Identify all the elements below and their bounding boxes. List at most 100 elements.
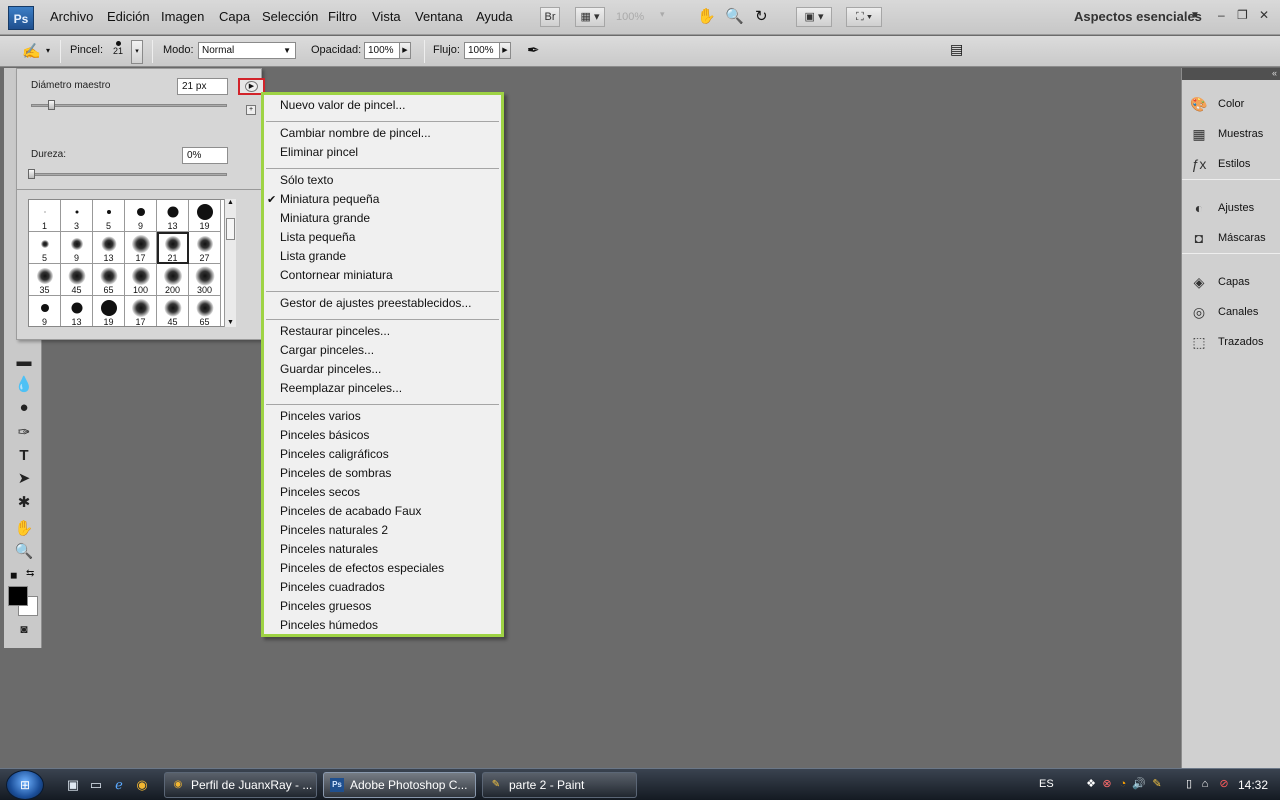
zoom-tool-icon[interactable]: 🔍 (14, 543, 34, 561)
internet-explorer-icon[interactable]: ℯ (110, 776, 128, 794)
workspace-switcher[interactable]: Aspectos esenciales (1074, 9, 1202, 24)
dock-item-estilos[interactable]: ƒx Estilos (1190, 155, 1280, 175)
menu-item[interactable]: Pinceles de efectos especiales (280, 561, 444, 575)
zoom-dropdown-icon[interactable]: ▾ (660, 9, 665, 20)
brush-preset-cell[interactable]: 3 (61, 200, 93, 232)
task-paint[interactable]: ✎ parte 2 - Paint (482, 772, 637, 798)
opacity-slider-button[interactable]: ▶ (399, 42, 411, 59)
menu-item[interactable]: Cargar pinceles... (280, 343, 374, 357)
bridge-button[interactable]: Br (540, 7, 560, 27)
hardness-slider-thumb[interactable] (28, 169, 35, 179)
brush-preset-cell[interactable]: 5 (93, 200, 125, 232)
brush-tool-icon[interactable]: ✍ (22, 42, 41, 60)
menu-item[interactable]: Pinceles naturales (280, 542, 378, 556)
diameter-slider[interactable] (31, 104, 227, 107)
brush-preset-cell[interactable]: 100 (125, 264, 157, 296)
menu-item[interactable]: Pinceles secos (280, 485, 360, 499)
menu-item[interactable]: Guardar pinceles... (280, 362, 381, 376)
tray-app-icon[interactable]: ❖ (1084, 777, 1098, 791)
brush-preset-cell[interactable]: 65 (93, 264, 125, 296)
brush-preset-cell[interactable]: 21 (157, 232, 189, 264)
safely-remove-icon[interactable]: ⊘ (1217, 777, 1231, 791)
hardness-field[interactable]: 0% (182, 147, 228, 164)
brush-preset-cell[interactable]: 19 (93, 296, 125, 326)
arrange-documents-button[interactable]: ▣ ▾ (796, 7, 832, 27)
dock-item-capas[interactable]: ◈ Capas (1190, 273, 1280, 293)
start-button[interactable]: ⊞ (6, 770, 44, 800)
menu-item[interactable]: Pinceles húmedos (280, 618, 378, 632)
menu-item[interactable]: Restaurar pinceles... (280, 324, 390, 338)
zoom-tool-icon[interactable]: 🔍 (725, 7, 744, 25)
menu-item[interactable]: Pinceles básicos (280, 428, 369, 442)
dock-item-máscaras[interactable]: ◘ Máscaras (1190, 229, 1280, 249)
dock-header[interactable]: « (1182, 68, 1280, 80)
menu-archivo[interactable]: Archivo (50, 9, 93, 24)
menu-capa[interactable]: Capa (219, 9, 250, 24)
menu-item[interactable]: Pinceles gruesos (280, 599, 371, 613)
menu-item[interactable]: Pinceles cuadrados (280, 580, 385, 594)
dodge-tool-icon[interactable]: ● (14, 399, 34, 417)
menu-item[interactable]: Reemplazar pinceles... (280, 381, 402, 395)
tray-update-icon[interactable]: ◔ (1116, 777, 1130, 791)
extras-button[interactable]: ▦ ▾ (575, 7, 605, 27)
antivirus-icon[interactable]: ⊗ (1100, 777, 1114, 791)
menu-item[interactable]: Miniatura grande (280, 211, 370, 225)
menu-imagen[interactable]: Imagen (161, 9, 204, 24)
menu-seleccion[interactable]: Selección (262, 9, 318, 24)
scroll-down-icon[interactable]: ▼ (225, 319, 236, 326)
menu-item[interactable]: Pinceles caligráficos (280, 447, 389, 461)
swap-colors-icon[interactable]: ⇆ (26, 568, 34, 579)
hand-tool-icon[interactable]: ✋ (14, 520, 34, 538)
workspace-dropdown-icon[interactable]: ▼ (1190, 10, 1200, 21)
menu-item[interactable]: Contornear miniatura (280, 268, 393, 282)
flow-slider-button[interactable]: ▶ (499, 42, 511, 59)
tray-paint-icon[interactable]: ✎ (1150, 777, 1164, 791)
menu-ayuda[interactable]: Ayuda (476, 9, 513, 24)
restore-icon[interactable]: ❐ (1237, 8, 1248, 22)
mode-select[interactable]: Normal ▼ (198, 42, 296, 59)
airbrush-icon[interactable]: ✒ (527, 41, 540, 59)
brush-preset-cell[interactable]: 65 (189, 296, 221, 326)
menu-ventana[interactable]: Ventana (415, 9, 463, 24)
menu-item[interactable]: Lista grande (280, 249, 346, 263)
menu-edicion[interactable]: Edición (107, 9, 150, 24)
hardness-slider[interactable] (31, 173, 227, 176)
brush-panel-toggle-icon[interactable]: ▤ (950, 41, 963, 58)
flow-field[interactable]: 100% (464, 42, 500, 59)
brush-preset-cell[interactable]: 13 (157, 200, 189, 232)
dock-item-trazados[interactable]: ⬚ Trazados (1190, 333, 1280, 353)
preset-scrollbar[interactable]: ▲ ▼ (224, 199, 236, 327)
chrome-icon[interactable]: ◉ (133, 776, 151, 794)
quick-mask-icon[interactable]: ◙ (14, 620, 34, 638)
hand-tool-icon[interactable]: ✋ (697, 7, 716, 25)
show-desktop-icon[interactable]: ▭ (87, 776, 105, 794)
menu-item[interactable]: Sólo texto (280, 173, 333, 187)
brush-preset-cell[interactable]: 300 (189, 264, 221, 296)
brush-preset-cell[interactable]: 27 (189, 232, 221, 264)
volume-icon[interactable]: 🔊 (1132, 777, 1146, 791)
brush-preset-cell[interactable]: 17 (125, 232, 157, 264)
screen-mode-button[interactable]: ⛶ ▾ (846, 7, 882, 27)
menu-item[interactable]: Miniatura pequeña (280, 192, 379, 206)
menu-item[interactable]: Pinceles varios (280, 409, 361, 423)
menu-item[interactable]: Pinceles de sombras (280, 466, 391, 480)
tray-device-icon[interactable]: ▯ (1182, 777, 1196, 791)
task-photoshop[interactable]: Ps Adobe Photoshop C... (323, 772, 476, 798)
task-chrome[interactable]: ◉ Perfil de JuanxRay - ... (164, 772, 317, 798)
menu-item[interactable]: Lista pequeña (280, 230, 355, 244)
menu-item[interactable]: Gestor de ajustes preestablecidos... (280, 296, 471, 310)
brush-picker-button[interactable]: ▾ (131, 40, 143, 64)
brush-preset-cell[interactable]: 45 (157, 296, 189, 326)
brush-preset-cell[interactable]: 45 (61, 264, 93, 296)
rotate-view-icon[interactable]: ↻ (755, 7, 768, 25)
dock-item-muestras[interactable]: ▦ Muestras (1190, 125, 1280, 145)
brush-preset-cell[interactable]: 13 (93, 232, 125, 264)
gradient-tool-icon[interactable]: ▬ (14, 353, 34, 371)
menu-item[interactable]: Cambiar nombre de pincel... (280, 126, 431, 140)
dock-item-canales[interactable]: ◎ Canales (1190, 303, 1280, 323)
scroll-up-icon[interactable]: ▲ (225, 199, 236, 206)
network-icon[interactable]: ⌂ (1198, 777, 1212, 791)
brush-preset-cell[interactable]: 200 (157, 264, 189, 296)
opacity-field[interactable]: 100% (364, 42, 400, 59)
brush-preset-cell[interactable]: 13 (61, 296, 93, 326)
